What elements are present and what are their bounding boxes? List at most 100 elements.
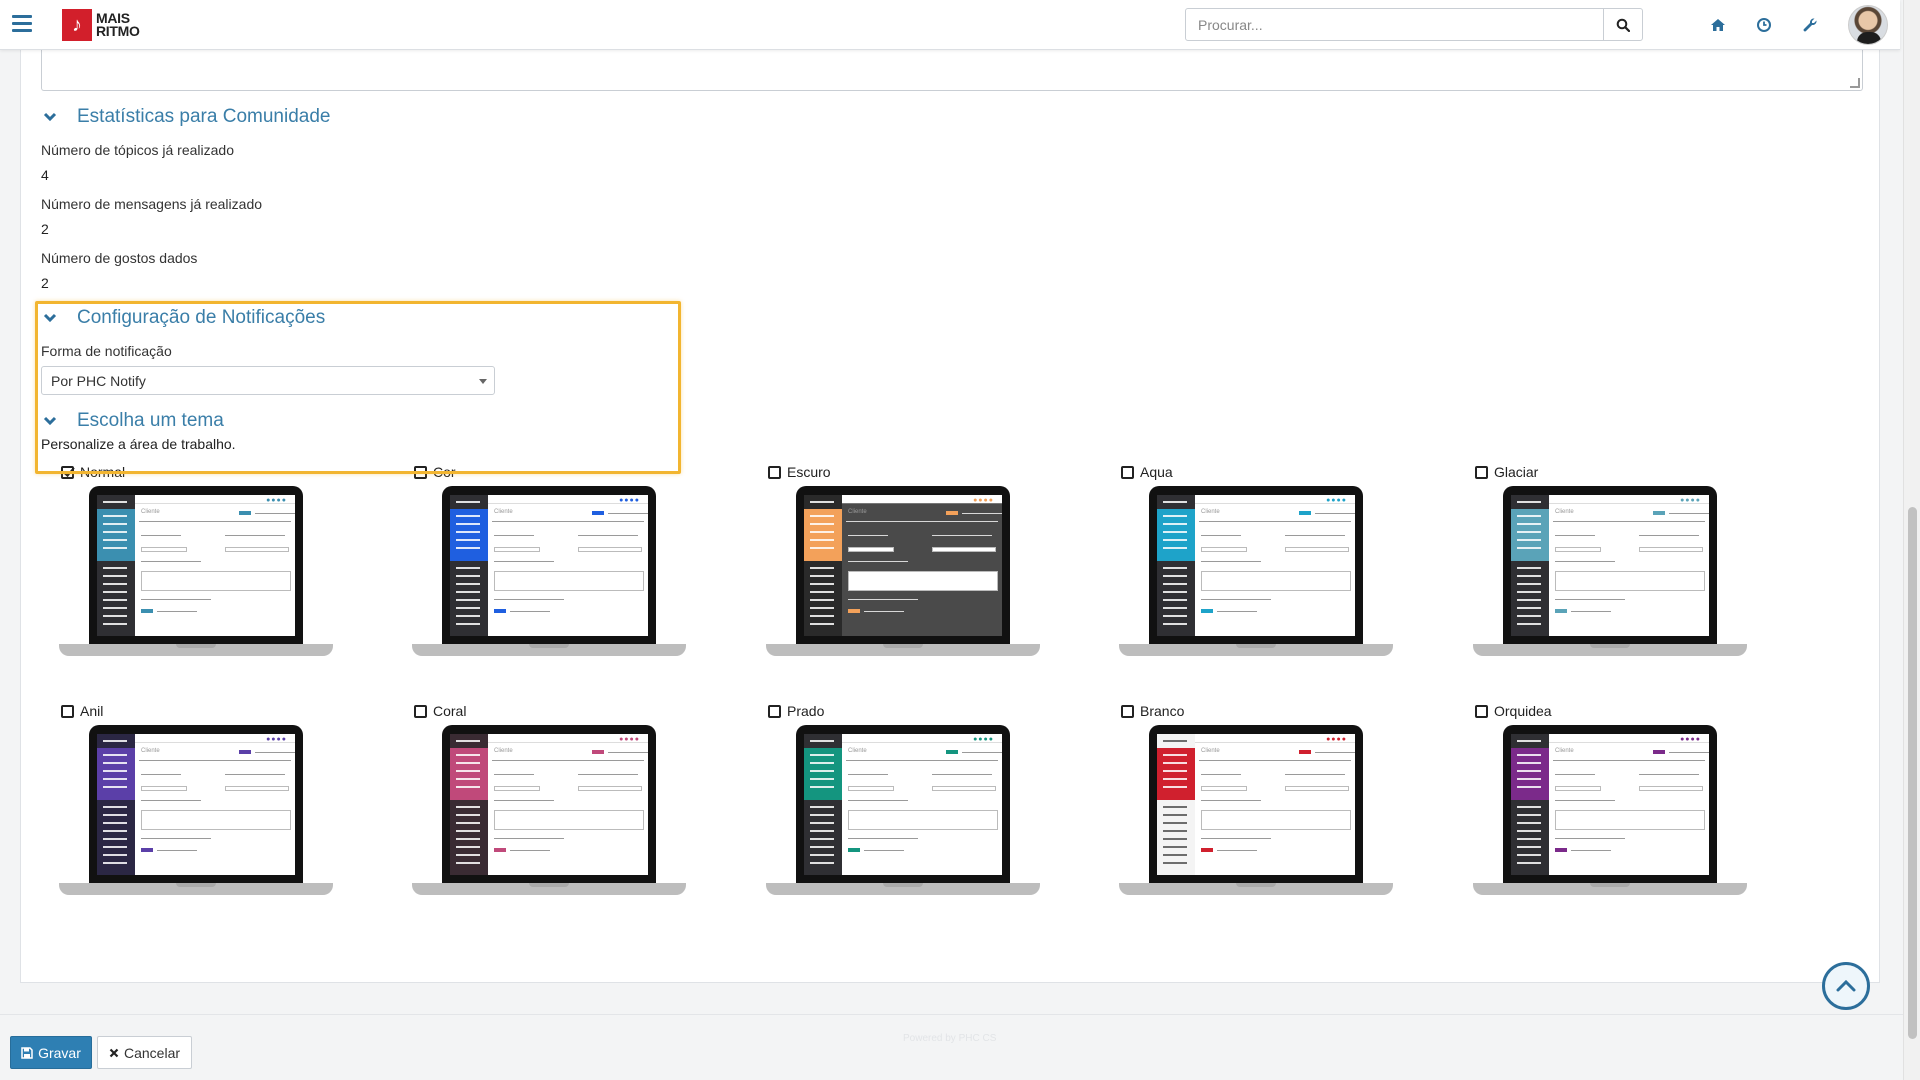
laptop-base <box>1473 883 1747 895</box>
clock-icon <box>1757 18 1771 32</box>
wrench-icon <box>1803 18 1817 32</box>
theme-checkbox[interactable]: Coral <box>414 703 466 719</box>
theme-checkbox[interactable]: Branco <box>1121 703 1184 719</box>
theme-preview[interactable]: ●●●● Cliente <box>412 725 686 895</box>
theme-preview[interactable]: ●●●● Cliente <box>59 486 333 656</box>
preview-mock: ●●●● Cliente <box>450 734 648 875</box>
laptop-screen: ●●●● Cliente <box>89 486 303 646</box>
laptop-base <box>766 644 1040 656</box>
theme-name: Orquidea <box>1494 703 1552 719</box>
scrollbar-thumb[interactable] <box>1908 507 1917 1039</box>
theme-checkbox[interactable]: Aqua <box>1121 464 1173 480</box>
theme-option[interactable]: Branco ●●●● Cliente <box>1103 703 1393 913</box>
theme-checkbox[interactable]: Prado <box>768 703 824 719</box>
theme-checkbox[interactable]: Cor <box>414 464 456 480</box>
checkbox-icon <box>61 465 74 479</box>
section-title: Configuração de Notificações <box>77 307 326 328</box>
checkbox-icon <box>414 465 427 479</box>
topics-value: 4 <box>41 167 49 183</box>
checkbox-icon <box>768 704 781 718</box>
section-community-header[interactable]: Estatísticas para Comunidade <box>43 106 330 128</box>
checkbox-icon <box>1475 704 1488 718</box>
theme-name: Glaciar <box>1494 464 1539 480</box>
save-button[interactable]: Gravar <box>10 1036 92 1069</box>
section-theme-header[interactable]: Escolha um tema <box>43 410 224 432</box>
checkbox-icon <box>61 704 74 718</box>
preview-mock: ●●●● Cliente <box>1157 734 1355 875</box>
checkbox-icon <box>1121 704 1134 718</box>
theme-preview[interactable]: ●●●● Cliente <box>766 725 1040 895</box>
theme-checkbox[interactable]: Escuro <box>768 464 831 480</box>
theme-preview[interactable]: ●●●● Cliente <box>412 486 686 656</box>
laptop-base <box>1119 644 1393 656</box>
theme-name: Anil <box>80 703 104 719</box>
theme-name: Prado <box>787 703 825 719</box>
user-avatar[interactable] <box>1848 5 1888 45</box>
theme-name: Aqua <box>1140 464 1173 480</box>
likes-value: 2 <box>41 275 49 291</box>
powered-by-text: Powered by PHC CS <box>903 1033 997 1044</box>
cancel-label: Cancelar <box>123 1044 181 1061</box>
theme-checkbox[interactable]: Orquidea <box>1475 703 1552 719</box>
text-area[interactable] <box>41 50 1863 91</box>
laptop-base <box>412 883 686 895</box>
chevron-down-icon <box>43 416 57 426</box>
music-note-icon: ♪ <box>62 9 92 41</box>
preview-mock: ●●●● Cliente <box>97 734 295 875</box>
theme-option[interactable]: Glaciar ●●●● Cliente <box>1457 464 1747 674</box>
theme-option[interactable]: Cor ●●●● Cliente <box>396 464 686 674</box>
theme-option[interactable]: Coral ●●●● Cliente <box>396 703 686 913</box>
laptop-screen: ●●●● Cliente <box>1503 725 1717 885</box>
menu-icon[interactable] <box>12 15 32 33</box>
search-input[interactable] <box>1186 9 1603 40</box>
scroll-to-top-button[interactable] <box>1822 962 1870 1010</box>
theme-option[interactable]: Normal ●●●● Cliente <box>43 464 333 674</box>
theme-preview[interactable]: ●●●● Cliente <box>1119 725 1393 895</box>
theme-preview[interactable]: ●●●● Cliente <box>1119 486 1393 656</box>
theme-preview[interactable]: ●●●● Cliente <box>1473 725 1747 895</box>
notification-method-value: Por PHC Notify <box>51 372 146 389</box>
theme-option[interactable]: Escuro ●●●● Cliente <box>750 464 1040 674</box>
search-box <box>1185 8 1643 41</box>
section-notifications-header[interactable]: Configuração de Notificações <box>43 307 325 329</box>
theme-name: Cor <box>433 464 456 480</box>
theme-option[interactable]: Anil ●●●● Cliente <box>43 703 333 913</box>
messages-value: 2 <box>41 221 49 237</box>
home-button[interactable] <box>1705 12 1731 38</box>
laptop-base <box>1119 883 1393 895</box>
laptop-screen: ●●●● Cliente <box>442 486 656 646</box>
theme-checkbox[interactable]: Anil <box>61 703 103 719</box>
tools-button[interactable] <box>1797 12 1823 38</box>
cancel-button[interactable]: Cancelar <box>97 1036 192 1069</box>
laptop-screen: ●●●● Cliente <box>1503 486 1717 646</box>
theme-name: Escuro <box>787 464 831 480</box>
page-scrollbar[interactable] <box>1903 0 1920 1080</box>
theme-name: Branco <box>1140 703 1185 719</box>
laptop-base <box>59 644 333 656</box>
theme-preview[interactable]: ●●●● Cliente <box>1473 486 1747 656</box>
theme-checkbox[interactable]: Normal <box>61 464 125 480</box>
theme-option[interactable]: Orquidea ●●●● Cliente <box>1457 703 1747 913</box>
search-button[interactable] <box>1603 9 1642 40</box>
preview-mock: ●●●● Cliente <box>804 734 1002 875</box>
laptop-screen: ●●●● Cliente <box>1149 486 1363 646</box>
section-title: Estatísticas para Comunidade <box>77 106 331 127</box>
laptop-screen: ●●●● Cliente <box>1149 725 1363 885</box>
theme-option[interactable]: Aqua ●●●● Cliente <box>1103 464 1393 674</box>
notification-method-label: Forma de notificação <box>41 343 172 359</box>
theme-checkbox[interactable]: Glaciar <box>1475 464 1538 480</box>
top-bar: ♪ MAIS RITMO <box>0 0 1900 50</box>
theme-preview[interactable]: ●●●● Cliente <box>766 486 1040 656</box>
history-button[interactable] <box>1751 12 1777 38</box>
save-label: Gravar <box>38 1044 81 1061</box>
app-logo[interactable]: ♪ MAIS RITMO <box>62 8 140 42</box>
laptop-screen: ●●●● Cliente <box>89 725 303 885</box>
notification-method-select[interactable]: Por PHC Notify <box>41 366 495 395</box>
section-title: Escolha um tema <box>77 410 224 431</box>
messages-label: Número de mensagens já realizado <box>41 196 263 212</box>
caret-down-icon <box>479 379 487 384</box>
theme-preview[interactable]: ●●●● Cliente <box>59 725 333 895</box>
theme-option[interactable]: Prado ●●●● Cliente <box>750 703 1040 913</box>
laptop-screen: ●●●● Cliente <box>796 725 1010 885</box>
topics-label: Número de tópicos já realizado <box>41 142 234 158</box>
